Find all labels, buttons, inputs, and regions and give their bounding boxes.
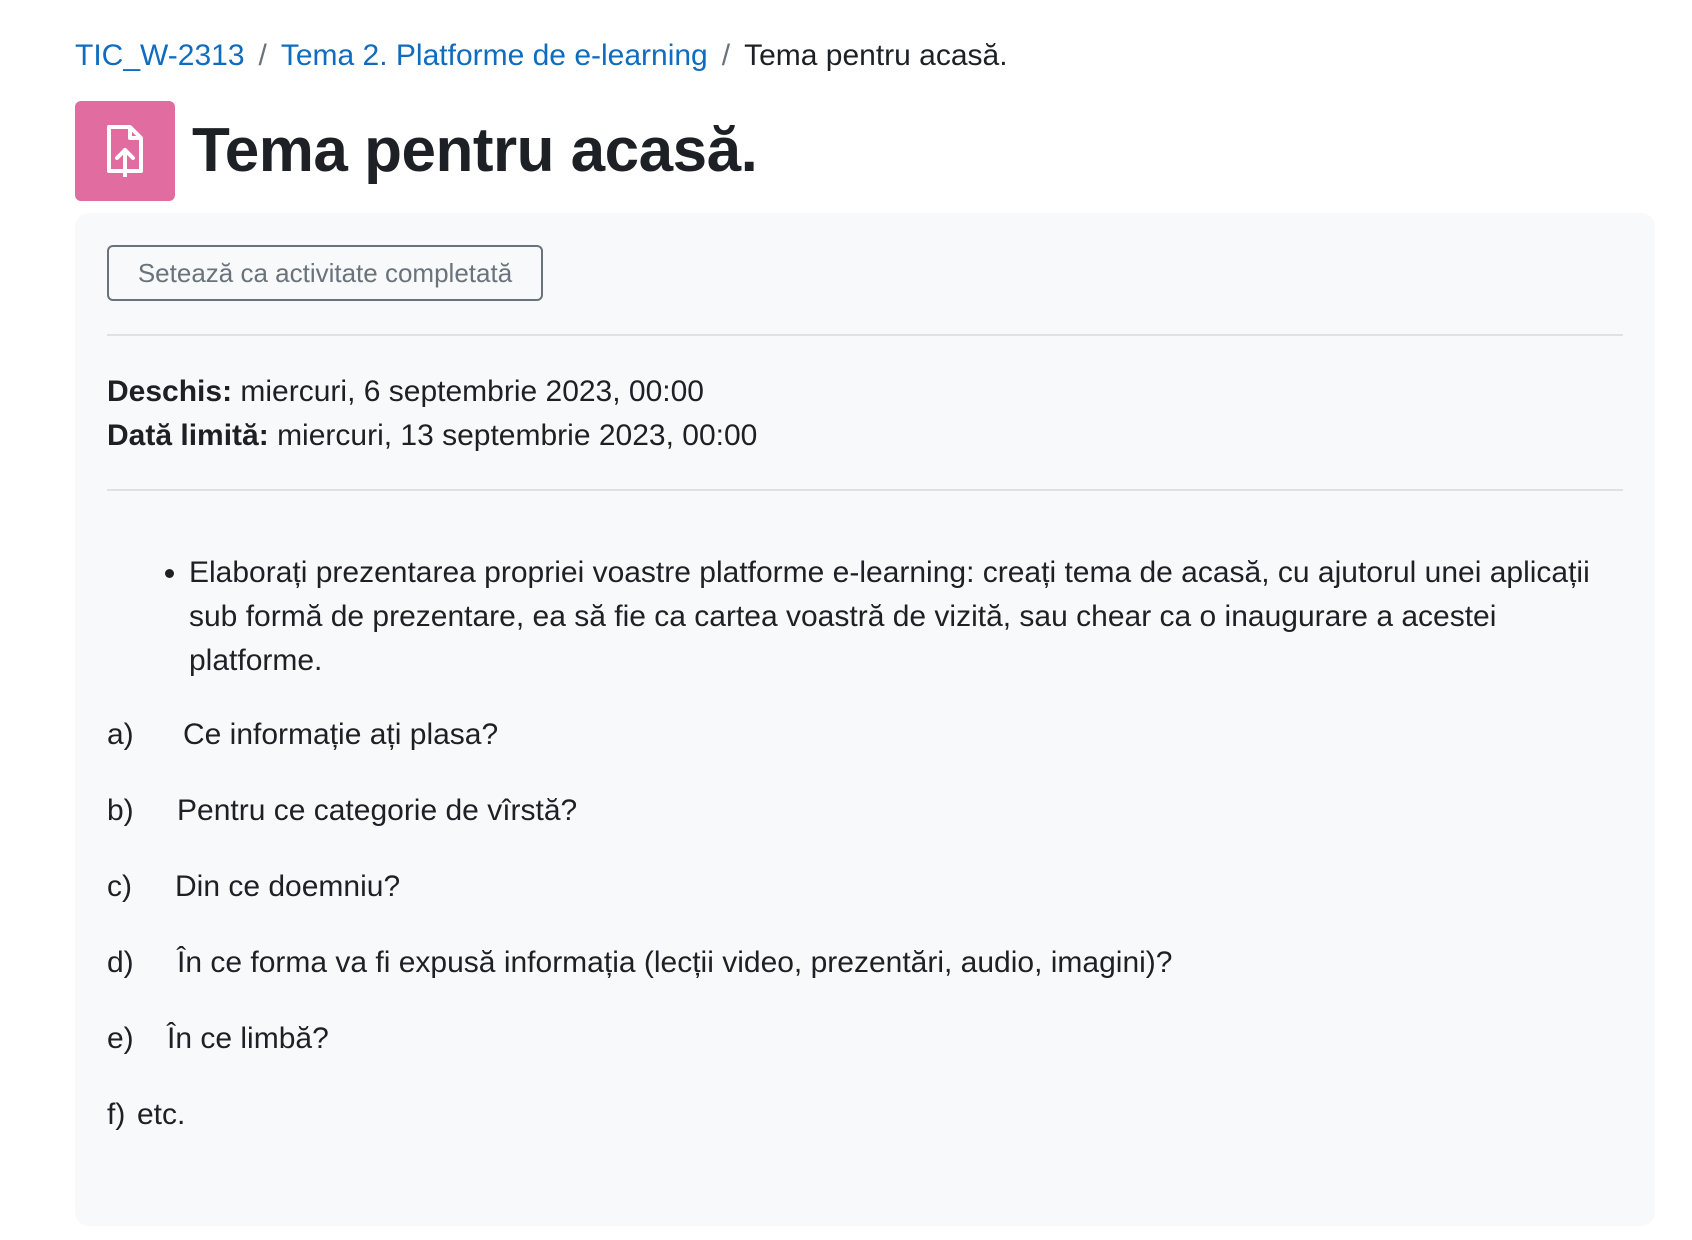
page-header: Tema pentru acasă. — [75, 101, 758, 201]
opened-date-row: Deschis: miercuri, 6 septembrie 2023, 00… — [107, 370, 757, 414]
divider — [107, 489, 1623, 491]
description-bullet-list: Elaborați prezentarea propriei voastre p… — [107, 551, 1629, 683]
activity-card: Setează ca activitate completată Deschis… — [75, 213, 1655, 1226]
description-bullet: Elaborați prezentarea propriei voastre p… — [189, 551, 1629, 683]
due-label: Dată limită: — [107, 419, 269, 452]
question-item: a) Ce informație ați plasa? — [107, 715, 498, 755]
question-text: etc. — [137, 1098, 186, 1131]
question-item: d) În ce forma va fi expusă informația (l… — [107, 943, 1172, 983]
mark-complete-button[interactable]: Setează ca activitate completată — [107, 245, 543, 301]
assignment-page: TIC_W-2313 / Tema 2. Platforme de e-learni… — [0, 0, 1692, 1240]
question-item: f) etc. — [107, 1095, 185, 1135]
due-value: miercuri, 13 septembrie 2023, 00:00 — [277, 419, 758, 452]
question-text: Din ce doemniu? — [175, 870, 401, 903]
question-text: În ce forma va fi expusă informația (lec… — [177, 946, 1173, 979]
page-title: Tema pentru acasă. — [192, 116, 758, 185]
question-letter: d) — [107, 946, 134, 979]
opened-value: miercuri, 6 septembrie 2023, 00:00 — [240, 375, 704, 408]
activity-dates: Deschis: miercuri, 6 septembrie 2023, 00… — [107, 370, 757, 458]
breadcrumb-current: Tema pentru acasă. — [744, 39, 1008, 72]
question-text: Pentru ce categorie de vîrstă? — [177, 794, 578, 827]
assignment-upload-icon — [75, 101, 175, 201]
breadcrumb-separator: / — [721, 39, 731, 72]
question-letter: f) — [107, 1098, 126, 1131]
question-item: b) Pentru ce categorie de vîrstă? — [107, 791, 577, 831]
question-letter: b) — [107, 794, 134, 827]
opened-label: Deschis: — [107, 375, 233, 408]
breadcrumb-separator: / — [258, 39, 267, 72]
divider — [107, 334, 1623, 336]
due-date-row: Dată limită: miercuri, 13 septembrie 202… — [107, 414, 757, 458]
question-letter: c) — [107, 870, 132, 903]
question-letter: a) — [107, 718, 134, 751]
question-text: În ce limbă? — [167, 1022, 329, 1055]
question-item: e) În ce limbă? — [107, 1019, 329, 1059]
breadcrumb-course-link[interactable]: TIC_W-2313 — [75, 39, 245, 72]
question-text: Ce informație ați plasa? — [183, 718, 499, 751]
breadcrumb-section-link[interactable]: Tema 2. Platforme de e-learning — [281, 39, 708, 72]
question-letter: e) — [107, 1022, 134, 1055]
question-item: c) Din ce doemniu? — [107, 867, 400, 907]
breadcrumb: TIC_W-2313 / Tema 2. Platforme de e-learni… — [75, 36, 1008, 76]
